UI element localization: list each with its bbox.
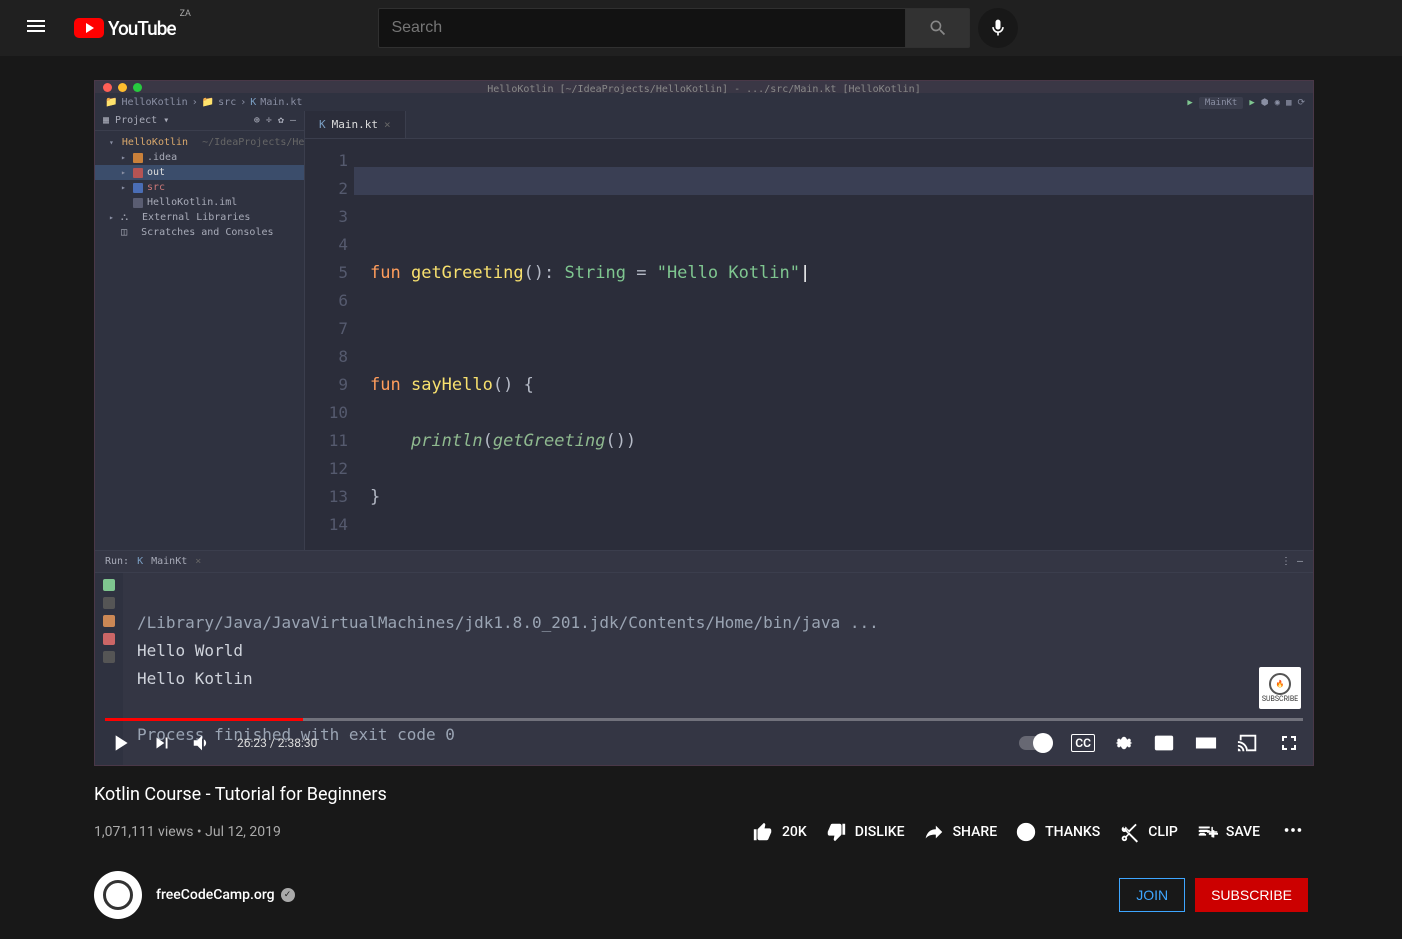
channel-avatar[interactable] — [94, 871, 142, 919]
ide-breadcrumb: 📁HelloKotlin› 📁src› KMain.kt — [95, 93, 1313, 111]
player-controls: 26:23 / 2:38:30 CC — [95, 721, 1313, 765]
ide-project-sidebar: ▦ Project ▾ ⊕ ÷ ✿ — ▾HelloKotlin ~/IdeaP… — [95, 111, 305, 550]
settings-button[interactable] — [1113, 732, 1135, 754]
next-button[interactable] — [151, 732, 173, 754]
hamburger-menu-button[interactable] — [16, 6, 56, 50]
video-frame-content: HelloKotlin [~/IdeaProjects/HelloKotlin]… — [95, 81, 1313, 765]
video-title: Kotlin Course - Tutorial for Beginners — [94, 784, 1308, 805]
search-input[interactable] — [378, 8, 906, 48]
save-button[interactable]: SAVE — [1196, 821, 1260, 843]
video-player[interactable]: HelloKotlin [~/IdeaProjects/HelloKotlin]… — [94, 80, 1314, 766]
clip-button[interactable]: CLIP — [1118, 821, 1178, 843]
fullscreen-button[interactable] — [1277, 731, 1301, 755]
voice-search-button[interactable] — [978, 8, 1018, 48]
like-button[interactable]: 20K — [752, 821, 807, 843]
captions-button[interactable]: CC — [1071, 734, 1095, 752]
theater-button[interactable] — [1193, 732, 1219, 754]
thanks-button[interactable]: THANKS — [1015, 821, 1100, 843]
share-button[interactable]: SHARE — [923, 821, 998, 843]
verified-icon: ✓ — [281, 888, 295, 902]
video-stats: 1,071,111 views • Jul 12, 2019 — [94, 824, 281, 840]
channel-name[interactable]: freeCodeCamp.org ✓ — [156, 887, 295, 903]
subscribe-button[interactable]: SUBSCRIBE — [1195, 878, 1308, 912]
country-code: ZA — [180, 9, 191, 19]
youtube-play-icon — [74, 18, 104, 38]
ide-toolbar: ▶ MainKt ▶⬢◉▦⟳ — [1187, 97, 1305, 109]
join-button[interactable]: JOIN — [1119, 878, 1185, 912]
autoplay-toggle[interactable] — [1019, 736, 1053, 750]
ide-editor-tab: KMain.kt× — [305, 111, 406, 138]
dislike-button[interactable]: DISLIKE — [825, 821, 905, 843]
search-button[interactable] — [906, 8, 970, 48]
youtube-logo[interactable]: YouTube ZA — [74, 17, 191, 40]
channel-row: freeCodeCamp.org ✓ JOIN SUBSCRIBE — [94, 871, 1308, 919]
miniplayer-button[interactable] — [1153, 732, 1175, 754]
app-header: YouTube ZA — [0, 0, 1402, 56]
volume-button[interactable] — [191, 732, 213, 754]
channel-watermark[interactable]: 🔥 SUBSCRIBE — [1259, 667, 1301, 709]
ide-window-title: HelloKotlin [~/IdeaProjects/HelloKotlin]… — [95, 84, 1313, 95]
cast-button[interactable] — [1237, 732, 1259, 754]
youtube-logo-text: YouTube — [108, 17, 176, 40]
ide-code-editor: fun getGreeting(): String = "Hello Kotli… — [360, 139, 1313, 550]
play-button[interactable] — [107, 730, 133, 756]
time-display: 26:23 / 2:38:30 — [237, 736, 317, 750]
more-actions-button[interactable] — [1278, 815, 1308, 849]
